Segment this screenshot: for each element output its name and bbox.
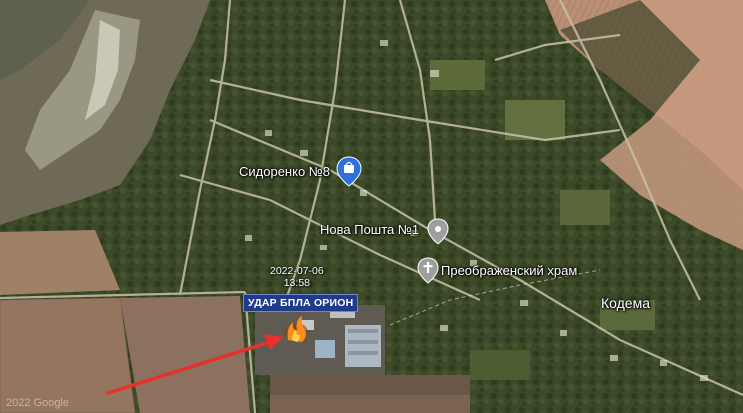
place-label-sidorenko[interactable]: Сидоренко №8 [239,164,330,179]
map-watermark: 2022 Google [6,397,69,409]
event-time: 13:58 [283,277,310,289]
event-date: 2022-07-06 [270,265,324,277]
satellite-imagery [0,0,743,413]
strike-banner: УДАР БПЛА ОРИОН [243,294,359,312]
event-timestamp: 2022-07-06 13:58 [270,265,324,289]
satellite-map[interactable]: Сидоренко №8 Нова Пошта №1 Преображенски… [0,0,743,413]
place-label-village[interactable]: Кодема [601,295,650,311]
field-southwest [0,298,135,413]
place-label-nova-poshta[interactable]: Нова Пошта №1 [320,222,419,237]
place-label-church[interactable]: Преображенский храм [441,263,577,278]
